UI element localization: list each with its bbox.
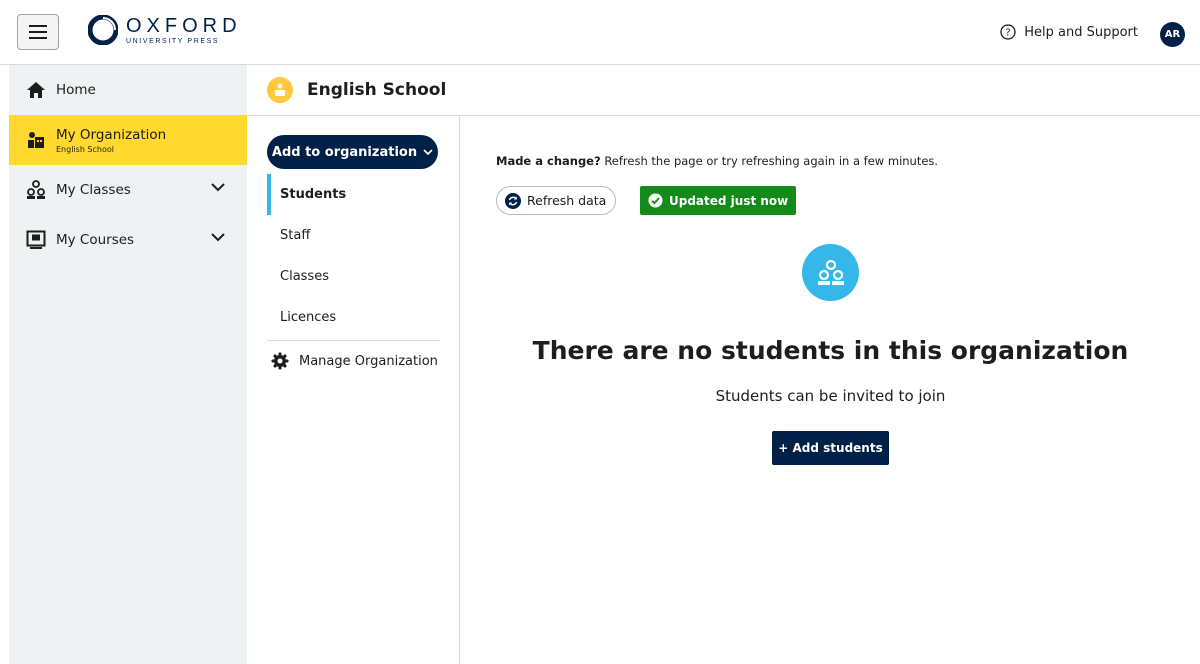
svg-text:?: ? — [1006, 28, 1011, 39]
sidebar-item-home[interactable]: Home — [9, 65, 247, 115]
help-icon: ? — [1000, 24, 1016, 40]
home-icon — [27, 82, 45, 98]
courses-icon — [26, 230, 46, 249]
add-to-organization-button[interactable]: Add to organization — [267, 135, 438, 169]
classes-icon — [27, 180, 45, 199]
notice-bold-text: Made a change? — [496, 154, 601, 168]
organization-title: English School — [307, 80, 447, 100]
refresh-data-label: Refresh data — [527, 193, 607, 208]
sidebar-item-my-organization[interactable]: My Organization English School — [9, 115, 247, 165]
refresh-icon — [505, 192, 521, 209]
sidebar-classes-label: My Classes — [56, 182, 131, 198]
help-and-support-link[interactable]: ? Help and Support — [1000, 24, 1138, 40]
top-bar: OXFORD UNIVERSITY PRESS ? Help and Suppo… — [0, 0, 1200, 65]
user-avatar[interactable]: AR — [1160, 22, 1185, 47]
hamburger-icon — [29, 25, 47, 39]
gear-icon — [271, 352, 289, 370]
updated-label: Updated just now — [669, 193, 789, 208]
sidebar-home-label: Home — [56, 82, 96, 98]
subnav-item-classes[interactable]: Classes — [267, 256, 440, 297]
empty-state-title: There are no students in this organizati… — [532, 336, 1129, 365]
organization-subnav: Add to organization Students Staff Class… — [247, 116, 460, 664]
refresh-data-button[interactable]: Refresh data — [496, 186, 617, 215]
notice-text: Refresh the page or try refreshing again… — [604, 154, 939, 168]
subnav-item-licences[interactable]: Licences — [267, 297, 440, 338]
sidebar: Home My Organization English School My C… — [9, 65, 247, 664]
main-content: Made a change? Refresh the page or try r… — [461, 116, 1200, 664]
hamburger-menu-button[interactable] — [17, 14, 59, 50]
subnav-item-staff[interactable]: Staff — [267, 215, 440, 256]
sidebar-item-my-courses[interactable]: My Courses — [9, 215, 247, 265]
oxford-logo-icon — [88, 15, 118, 45]
logo-main-text: OXFORD — [126, 14, 242, 37]
add-students-button[interactable]: + Add students — [772, 431, 889, 465]
sidebar-org-sublabel: English School — [56, 144, 114, 154]
add-to-organization-label: Add to organization — [271, 144, 418, 160]
chevron-down-icon — [423, 148, 433, 155]
oxford-logo[interactable]: OXFORD UNIVERSITY PRESS — [88, 15, 242, 45]
help-label: Help and Support — [1024, 24, 1138, 40]
logo-sub-text: UNIVERSITY PRESS — [126, 37, 220, 45]
organization-header: English School — [247, 65, 1200, 116]
subnav-item-students[interactable]: Students — [267, 174, 440, 215]
manage-organization-link[interactable]: Manage Organization — [267, 341, 440, 381]
refresh-notice: Made a change? Refresh the page or try r… — [496, 154, 938, 168]
organization-badge-icon — [267, 77, 293, 103]
organization-icon — [28, 132, 44, 148]
empty-state-subtitle: Students can be invited to join — [715, 387, 946, 405]
chevron-down-icon[interactable] — [211, 232, 225, 242]
manage-organization-label: Manage Organization — [299, 353, 438, 369]
sidebar-courses-label: My Courses — [56, 232, 135, 248]
students-group-icon — [802, 244, 859, 301]
check-circle-icon — [648, 193, 663, 208]
sidebar-item-my-classes[interactable]: My Classes — [9, 165, 247, 215]
sidebar-org-label: My Organization — [56, 126, 167, 143]
updated-status-badge: Updated just now — [640, 186, 797, 215]
chevron-down-icon[interactable] — [211, 182, 225, 192]
